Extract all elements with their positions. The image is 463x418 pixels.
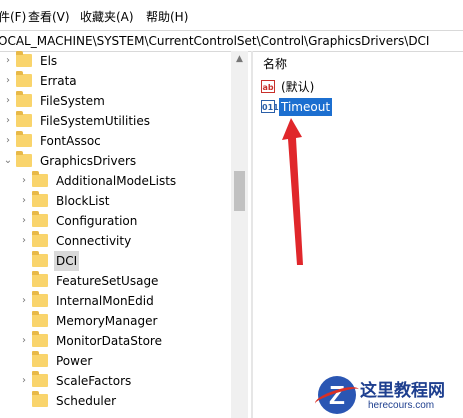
arrow-shape <box>282 118 303 265</box>
watermark-logo: Z <box>318 376 356 414</box>
red-arrow-annotation <box>282 118 303 265</box>
watermark: Z 这里教程网 herecours.com <box>318 376 463 418</box>
watermark-url: herecours.com <box>368 400 435 411</box>
watermark-title: 这里教程网 <box>360 381 445 401</box>
